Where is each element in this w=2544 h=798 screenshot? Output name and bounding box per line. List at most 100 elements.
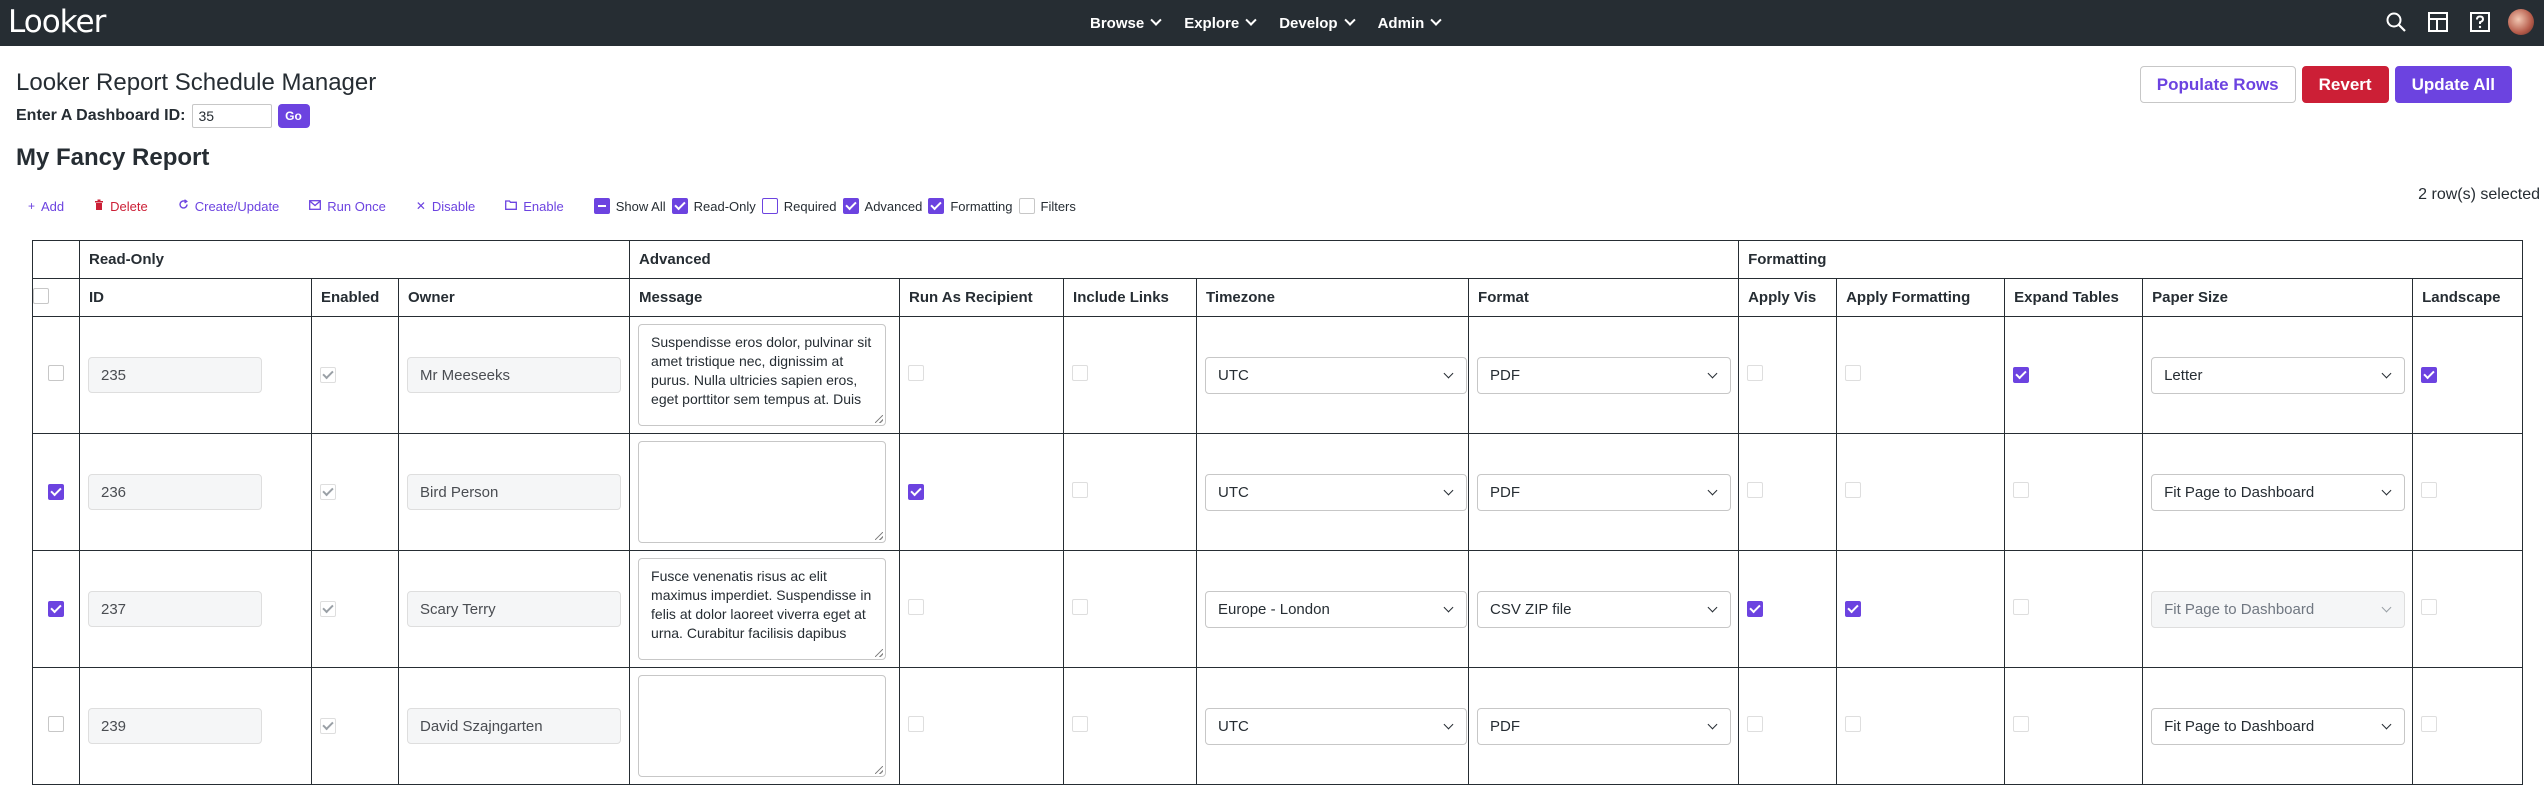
format-select[interactable]: PDF <box>1477 356 1732 394</box>
apply-vis-cell <box>1738 667 1838 785</box>
expand-tables-checkbox[interactable] <box>2013 366 2030 383</box>
update-all-button[interactable]: Update All <box>2394 66 2512 103</box>
revert-button[interactable]: Revert <box>2301 66 2389 103</box>
enabled-checkbox <box>320 717 336 734</box>
advanced-checkbox[interactable] <box>842 198 859 214</box>
col-timezone: Timezone <box>1196 278 1470 317</box>
read-only-toggle[interactable]: Read-Only <box>671 198 756 214</box>
create-update-button[interactable]: Create/Update <box>178 199 279 214</box>
nav-explore-label: Explore <box>1184 14 1240 32</box>
enabled-checkbox <box>320 483 336 500</box>
enable-button[interactable]: Enable <box>505 199 564 214</box>
row-select-checkbox[interactable] <box>48 483 64 500</box>
show-all-label: Show All <box>615 198 666 214</box>
help-icon[interactable] <box>2466 8 2494 36</box>
disable-button[interactable]: ✕ Disable <box>416 199 475 214</box>
chevron-down-icon <box>1150 14 1162 26</box>
chevron-down-icon <box>2381 602 2392 612</box>
chevron-down-icon <box>1245 14 1257 26</box>
trash-icon <box>94 199 104 213</box>
paper-size-select[interactable]: Fit Page to Dashboard <box>2151 473 2406 511</box>
apply-formatting-checkbox[interactable] <box>1845 600 1862 617</box>
timezone-cell: UTC <box>1196 667 1470 785</box>
col-id: ID <box>79 278 312 317</box>
message-textarea[interactable]: Fusce venenatis risus ac elit maximus im… <box>638 558 887 660</box>
populate-rows-button[interactable]: Populate Rows <box>2139 66 2296 103</box>
enabled-cell <box>311 667 399 785</box>
filters-checkbox[interactable] <box>1018 198 1035 214</box>
timezone-select[interactable]: UTC <box>1205 707 1468 745</box>
message-textarea[interactable] <box>638 675 887 777</box>
avatar[interactable] <box>2508 9 2534 35</box>
enabled-cell <box>311 316 399 434</box>
col-include-links: Include Links <box>1063 278 1198 317</box>
paper-size-cell: Fit Page to Dashboard <box>2142 550 2414 668</box>
show-all-checkbox[interactable] <box>593 198 610 214</box>
include-links-checkbox <box>1072 599 1089 615</box>
row-select-cell <box>32 550 80 668</box>
include-links-checkbox <box>1072 482 1089 498</box>
expand-tables-cell <box>2004 667 2144 785</box>
paper-size-select[interactable]: Letter <box>2151 356 2406 394</box>
table-row: 236 Bird Person UTC PDF Fit Page to Dashboar… <box>32 433 2524 551</box>
required-toggle[interactable]: Required <box>761 198 837 214</box>
row-select-checkbox[interactable] <box>48 365 64 381</box>
nav-explore[interactable]: Explore <box>1184 14 1257 32</box>
format-select[interactable]: PDF <box>1477 473 1732 511</box>
dashboard-id-input[interactable] <box>191 104 272 128</box>
nav-develop[interactable]: Develop <box>1279 15 1356 32</box>
filters-toggle[interactable]: Filters <box>1018 198 1076 214</box>
timezone-cell: Europe - London <box>1196 550 1470 668</box>
show-all-toggle[interactable]: Show All <box>593 198 666 214</box>
message-textarea[interactable]: Suspendisse eros dolor, pulvinar sit ame… <box>638 324 887 426</box>
mail-icon <box>309 199 322 213</box>
format-select[interactable]: CSV ZIP file <box>1477 590 1732 628</box>
formatting-checkbox[interactable] <box>928 198 945 214</box>
toolbar: + Add Delete Create/Update Run Once ✕ Di… <box>28 194 1082 218</box>
looker-logo[interactable]: Looker <box>8 4 106 40</box>
rows-selected-count: 2 row(s) selected <box>2418 186 2540 203</box>
timezone-cell: UTC <box>1196 433 1470 551</box>
owner-field: David Szajngarten <box>407 708 621 744</box>
owner-field: Mr Meeseeks <box>407 357 621 393</box>
landscape-checkbox <box>2421 716 2438 732</box>
nav-admin[interactable]: Admin <box>1378 15 1442 32</box>
required-checkbox[interactable] <box>761 198 778 214</box>
chevron-down-icon <box>2381 368 2392 378</box>
include-links-checkbox <box>1072 716 1089 732</box>
advanced-toggle[interactable]: Advanced <box>842 198 922 214</box>
add-button[interactable]: + Add <box>28 199 64 214</box>
run-as-recipient-checkbox <box>908 716 925 732</box>
owner-cell: Mr Meeseeks <box>397 316 631 434</box>
nav-browse[interactable]: Browse <box>1090 14 1162 32</box>
message-cell <box>629 433 901 551</box>
go-button[interactable]: Go <box>277 104 310 128</box>
read-only-checkbox[interactable] <box>671 198 688 214</box>
col-landscape: Landscape <box>2412 278 2524 317</box>
top-nav: Looker Browse Explore Develop Admin <box>0 0 2544 46</box>
apply-vis-cell <box>1738 316 1838 434</box>
run-as-recipient-checkbox[interactable] <box>908 483 925 500</box>
formatting-toggle[interactable]: Formatting <box>928 198 1013 214</box>
timezone-select[interactable]: Europe - London <box>1205 590 1468 628</box>
run-as-recipient-cell <box>899 667 1065 785</box>
message-textarea[interactable] <box>638 441 887 543</box>
landscape-checkbox[interactable] <box>2421 366 2438 383</box>
row-select-checkbox[interactable] <box>48 716 64 732</box>
timezone-select[interactable]: UTC <box>1205 356 1468 394</box>
message-cell: Fusce venenatis risus ac elit maximus im… <box>629 550 901 668</box>
column-group-row: Read-Only Advanced Formatting <box>32 240 2524 279</box>
paper-size-select[interactable]: Fit Page to Dashboard <box>2151 707 2406 745</box>
browse-icon[interactable] <box>2424 8 2452 36</box>
timezone-select[interactable]: UTC <box>1205 473 1468 511</box>
delete-label: Delete <box>110 198 148 214</box>
row-select-checkbox[interactable] <box>48 600 64 617</box>
select-all-checkbox[interactable] <box>33 287 49 304</box>
required-label: Required <box>783 198 837 214</box>
format-cell: PDF <box>1468 316 1740 434</box>
run-once-button[interactable]: Run Once <box>309 199 386 214</box>
format-select[interactable]: PDF <box>1477 707 1732 745</box>
apply-vis-checkbox[interactable] <box>1747 600 1764 617</box>
delete-button[interactable]: Delete <box>94 199 148 214</box>
search-icon[interactable] <box>2382 8 2410 36</box>
